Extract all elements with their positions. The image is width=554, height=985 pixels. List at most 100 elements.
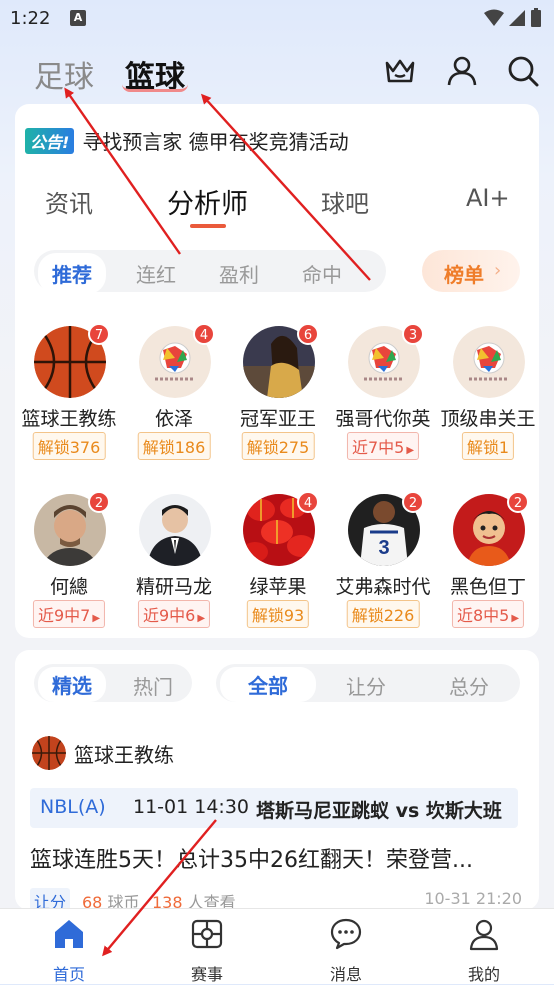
avatar xyxy=(139,494,211,566)
streak-tag: 近9中6 ▶ xyxy=(137,600,211,628)
analyst-item[interactable]: 2 何總 近9中7 ▶ xyxy=(17,491,121,634)
unlock-tag: 解锁275 xyxy=(241,432,315,460)
notice-text: 寻找预言家 德甲有奖竞猜活动 xyxy=(82,130,349,154)
tag-text: 解锁376 xyxy=(37,438,101,457)
tag-text: 解锁226 xyxy=(351,606,415,625)
nav-profile-label: 我的 xyxy=(467,965,500,984)
status-time: 1:22 xyxy=(10,8,51,29)
tab-news[interactable]: 资讯 xyxy=(45,184,93,219)
feed-segment-type: 全部 让分 总分 xyxy=(216,664,520,702)
filter-recommended[interactable]: 推荐 xyxy=(38,253,106,294)
author-name: 篮球王教练 xyxy=(74,742,174,767)
count-badge: 2 xyxy=(402,491,424,513)
seg-featured[interactable]: 精选 xyxy=(38,667,106,702)
nav-profile[interactable]: 我的 xyxy=(444,917,524,985)
user-icon[interactable] xyxy=(444,53,480,89)
seg-all[interactable]: 全部 xyxy=(220,667,316,702)
analyst-item[interactable]: 4 依泽 解锁186 xyxy=(122,323,226,466)
message-icon xyxy=(330,918,362,950)
ranking-button[interactable]: 榜单 › xyxy=(422,250,520,292)
search-icon[interactable] xyxy=(505,53,541,89)
analyst-name: 黑色但丁 xyxy=(449,576,526,598)
active-tab-indicator xyxy=(122,84,188,92)
analyst-name: 强哥代你英 xyxy=(335,408,431,430)
caret-right-icon: ▶ xyxy=(92,613,101,624)
filter-streak[interactable]: 连红 xyxy=(136,259,176,288)
analyst-item[interactable]: 6 冠军亚王 解锁275 xyxy=(226,323,330,466)
match-info[interactable]: NBL(A) 11-01 14:30 塔斯马尼亚跳蚁 vs 坎斯大班 xyxy=(30,788,518,828)
ranking-label: 榜单 xyxy=(444,263,484,287)
filter-profit[interactable]: 盈利 xyxy=(219,259,259,288)
analyst-name: 篮球王教练 xyxy=(21,408,117,430)
wifi-icon xyxy=(484,9,504,26)
unlock-tag: 解锁186 xyxy=(137,432,211,460)
count-badge: 2 xyxy=(88,491,110,513)
seg-total[interactable]: 总分 xyxy=(449,671,489,700)
analyst-card: 公告! 寻找预言家 德甲有奖竞猜活动 资讯 分析师 球吧 AI+ 推荐 连红 盈… xyxy=(15,104,539,638)
home-icon xyxy=(55,920,83,948)
post-title[interactable]: 篮球连胜5天！总计35中26红翻天！荣登营... xyxy=(30,842,520,874)
notification-icon: A xyxy=(70,10,86,26)
analyst-name: 艾弗森时代 xyxy=(335,576,431,598)
analyst-name: 冠军亚王 xyxy=(239,408,316,430)
sub-tab-indicator xyxy=(190,224,226,228)
analyst-item[interactable]: 3 2 艾弗森时代 解锁226 xyxy=(331,491,435,634)
filter-bar: 推荐 连红 盈利 命中 xyxy=(34,250,386,294)
analyst-item[interactable]: 精研马龙 近9中6 ▶ xyxy=(122,494,226,634)
crown-icon[interactable] xyxy=(382,53,418,89)
tag-text: 近8中5 xyxy=(456,606,510,625)
filter-hit[interactable]: 命中 xyxy=(302,259,342,288)
analyst-name: 精研马龙 xyxy=(135,576,212,598)
status-icons xyxy=(484,8,542,28)
tab-analysts[interactable]: 分析师 xyxy=(167,182,248,221)
seg-handicap[interactable]: 让分 xyxy=(346,671,386,700)
basketball-icon xyxy=(32,736,66,770)
analyst-item[interactable]: 4 绿苹果 解锁93 xyxy=(226,491,330,634)
post-author[interactable]: 篮球王教练 xyxy=(32,736,174,770)
nav-matches[interactable]: 赛事 xyxy=(167,917,247,985)
count-badge: 6 xyxy=(297,323,319,345)
tag-text: 解锁1 xyxy=(466,438,510,457)
tag-text: 解锁186 xyxy=(142,438,206,457)
caret-right-icon: ▶ xyxy=(511,613,520,624)
caret-right-icon: ▶ xyxy=(406,445,415,456)
notice-badge: 公告! xyxy=(25,127,75,154)
streak-tag: 近7中5 ▶ xyxy=(346,432,420,460)
tag-text: 近9中6 xyxy=(142,606,196,625)
nav-home-label: 首页 xyxy=(52,965,85,984)
feed-card: 精选 热门 全部 让分 总分 篮球王教练 NBL(A) 11-01 14:30 … xyxy=(15,650,539,914)
analyst-item[interactable]: 3 强哥代你英 近7中5 ▶ xyxy=(331,323,435,466)
signal-icon xyxy=(509,10,525,26)
unlock-tag: 解锁93 xyxy=(246,600,310,628)
count-badge: 3 xyxy=(402,323,424,345)
notice-bar[interactable]: 公告! 寻找预言家 德甲有奖竞猜活动 xyxy=(25,126,349,155)
tab-ai[interactable]: AI+ xyxy=(466,184,510,212)
nav-messages[interactable]: 消息 xyxy=(306,917,386,985)
analyst-name: 何總 xyxy=(49,576,88,598)
analyst-name: 顶级串关王 xyxy=(440,408,536,430)
analyst-name: 绿苹果 xyxy=(249,576,307,598)
unlock-tag: 解锁226 xyxy=(346,600,420,628)
match-league: NBL(A) xyxy=(40,796,106,818)
streak-tag: 近8中5 ▶ xyxy=(451,600,525,628)
analyst-item[interactable]: 7 篮球王教练 解锁376 xyxy=(17,323,121,466)
scoreboard-icon xyxy=(191,919,223,949)
unlock-tag: 解锁376 xyxy=(32,432,106,460)
count-badge: 4 xyxy=(297,491,319,513)
avatar xyxy=(32,736,66,770)
nav-home[interactable]: 首页 xyxy=(29,917,109,985)
analyst-item[interactable]: 2 黑色但丁 近8中5 ▶ xyxy=(436,491,540,634)
nav-matches-label: 赛事 xyxy=(190,965,223,984)
post-date: 10-31 21:20 xyxy=(424,889,522,908)
battery-icon xyxy=(531,8,541,27)
top-nav: 足球 篮球 xyxy=(0,48,554,98)
match-teams: 塔斯马尼亚跳蚁 vs 坎斯大班 xyxy=(256,800,502,822)
nav-messages-label: 消息 xyxy=(329,965,362,984)
tab-soccer[interactable]: 足球 xyxy=(34,52,94,96)
tag-text: 近7中5 xyxy=(351,438,405,457)
tab-forum[interactable]: 球吧 xyxy=(321,184,369,219)
analyst-item[interactable]: 顶级串关王解锁1 xyxy=(436,326,540,466)
chevron-right-icon: › xyxy=(494,260,502,281)
seg-hot[interactable]: 热门 xyxy=(133,671,173,700)
avatar xyxy=(453,326,525,398)
